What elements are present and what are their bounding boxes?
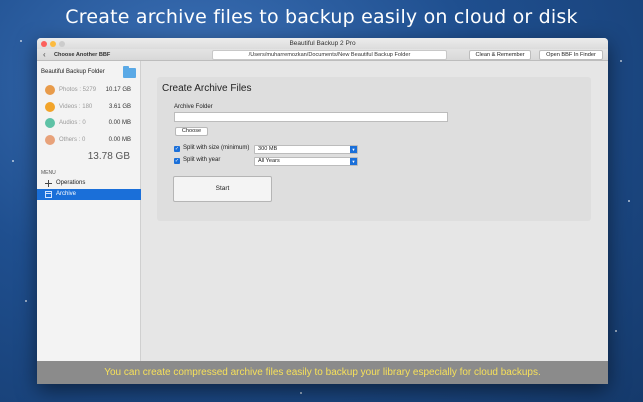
split-year-select[interactable]: All Years ▼	[254, 157, 358, 166]
close-window-button[interactable]	[41, 41, 47, 47]
archive-icon	[45, 191, 52, 198]
main-content: Create Archive Files Archive Folder Choo…	[141, 61, 608, 384]
star	[620, 60, 622, 62]
page-title: Create Archive Files	[162, 83, 252, 94]
archive-folder-field[interactable]	[174, 112, 448, 122]
stat-value: 0.00 MB	[108, 120, 131, 126]
headline: Create archive files to backup easily on…	[65, 6, 578, 28]
chevron-down-icon: ▼	[350, 158, 357, 165]
audio-icon	[45, 118, 55, 128]
minimize-window-button[interactable]	[50, 41, 56, 47]
open-in-finder-button[interactable]: Open BBF In Finder	[539, 50, 603, 60]
photos-icon	[45, 85, 55, 95]
others-icon	[45, 135, 55, 145]
sidebar: Beautiful Backup Folder Photos : 5279 10…	[37, 61, 141, 384]
split-size-checkbox[interactable]: ✓	[174, 146, 180, 152]
stat-value: 3.61 GB	[108, 104, 131, 110]
window-title: Beautiful Backup 2 Pro	[289, 40, 356, 47]
plus-icon	[45, 180, 52, 187]
split-size-value: 300 MB	[258, 146, 278, 152]
split-year-checkbox[interactable]: ✓	[174, 158, 180, 164]
stat-label: Audios : 0	[59, 120, 86, 126]
star	[12, 160, 14, 162]
stat-value: 10.17 GB	[105, 87, 131, 93]
stat-label: Photos : 5279	[59, 87, 97, 93]
star	[20, 40, 22, 42]
stat-photos: Photos : 5279 10.17 GB	[45, 84, 131, 96]
split-size-label: Split with size (minimum)	[183, 145, 250, 151]
stat-audios: Audios : 0 0.00 MB	[45, 117, 131, 129]
back-chevron-icon[interactable]: ‹	[43, 50, 46, 60]
stat-value: 0.00 MB	[108, 137, 131, 143]
split-size-select[interactable]: 300 MB ▼	[254, 145, 358, 154]
sidebar-item-archive[interactable]: Archive	[37, 189, 141, 200]
star	[615, 330, 617, 332]
sidebar-item-label: Operations	[56, 180, 86, 186]
sidebar-item-operations[interactable]: Operations	[37, 178, 141, 189]
sidebar-title: Beautiful Backup Folder	[41, 69, 105, 75]
choose-another-bbf-button[interactable]: Choose Another BBF	[54, 49, 110, 61]
chevron-down-icon: ▼	[350, 146, 357, 153]
start-button[interactable]: Start	[173, 176, 272, 202]
folder-icon[interactable]	[123, 66, 136, 78]
star	[25, 300, 27, 302]
stat-label: Videos : 180	[59, 104, 93, 110]
total-size: 13.78 GB	[87, 151, 130, 162]
stat-others: Others : 0 0.00 MB	[45, 134, 131, 146]
create-archive-panel: Create Archive Files Archive Folder Choo…	[157, 77, 591, 221]
star	[300, 392, 302, 394]
zoom-window-button[interactable]	[59, 41, 65, 47]
archive-folder-label: Archive Folder	[174, 104, 213, 110]
split-year-label: Split with year	[183, 157, 221, 163]
menu-heading: MENU	[41, 170, 56, 176]
app-window: Beautiful Backup 2 Pro ‹ Choose Another …	[37, 38, 608, 384]
caption: You can create compressed archive files …	[37, 361, 608, 384]
toolbar: ‹ Choose Another BBF /Users/muharremozka…	[37, 49, 608, 61]
choose-button[interactable]: Choose	[175, 127, 208, 136]
star	[628, 200, 630, 202]
videos-icon	[45, 102, 55, 112]
stat-label: Others : 0	[59, 137, 86, 143]
clean-remember-button[interactable]: Clean & Remember	[469, 50, 531, 60]
title-bar: Beautiful Backup 2 Pro	[37, 38, 608, 49]
stat-videos: Videos : 180 3.61 GB	[45, 101, 131, 113]
split-year-value: All Years	[258, 158, 280, 164]
backup-folder-path: /Users/muharremozkan/Documents/New Beaut…	[212, 50, 447, 60]
sidebar-item-label: Archive	[56, 191, 77, 197]
